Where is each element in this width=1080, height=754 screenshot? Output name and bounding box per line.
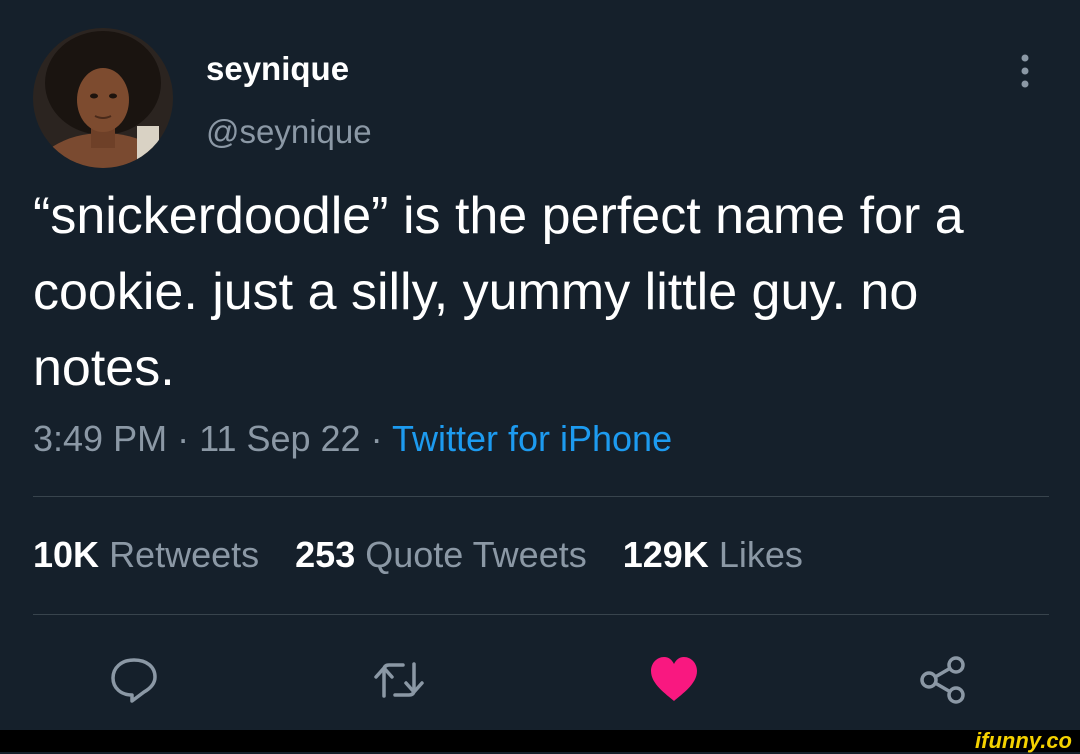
footer-bar bbox=[0, 730, 1080, 752]
avatar[interactable] bbox=[33, 28, 173, 168]
retweets-count: 10K bbox=[33, 534, 100, 575]
share-nodes-icon bbox=[920, 656, 965, 704]
retweets-label: Retweets bbox=[109, 534, 260, 575]
tweet-time[interactable]: 3:49 PM bbox=[33, 418, 167, 459]
engagement-stats: 10K Retweets 253 Quote Tweets 129K Likes bbox=[33, 534, 829, 576]
meta-separator: · bbox=[177, 418, 190, 459]
author-handle[interactable]: @seynique bbox=[206, 113, 372, 151]
like-button[interactable] bbox=[648, 654, 700, 706]
avatar-image bbox=[33, 28, 173, 168]
likes-label: Likes bbox=[718, 534, 803, 575]
tweet-text: “snickerdoodle” is the perfect name for … bbox=[33, 187, 964, 397]
quote-tweets-label: Quote Tweets bbox=[365, 534, 587, 575]
more-options-icon[interactable] bbox=[1014, 53, 1036, 89]
divider bbox=[33, 496, 1049, 497]
tweet-source-link[interactable]: Twitter for iPhone bbox=[392, 418, 672, 459]
speech-bubble-icon bbox=[111, 658, 157, 703]
share-button[interactable] bbox=[916, 654, 968, 706]
retweets-stat[interactable]: 10K Retweets bbox=[33, 534, 259, 575]
likes-count: 129K bbox=[622, 534, 709, 575]
heart-icon bbox=[651, 657, 697, 701]
tweet-metadata: 3:49 PM · 11 Sep 22 · Twitter for iPhone bbox=[33, 418, 672, 460]
tweet-date[interactable]: 11 Sep 22 bbox=[199, 418, 360, 459]
likes-stat[interactable]: 129K Likes bbox=[623, 534, 803, 575]
reply-button[interactable] bbox=[108, 654, 160, 706]
retweet-button[interactable] bbox=[373, 654, 425, 706]
quote-tweets-stat[interactable]: 253 Quote Tweets bbox=[295, 534, 587, 575]
retweet-arrows-icon bbox=[374, 662, 424, 698]
author-display-name[interactable]: seynique bbox=[206, 50, 349, 88]
watermark-logo: ifunny.co bbox=[975, 728, 1072, 753]
divider bbox=[33, 614, 1049, 615]
meta-separator: · bbox=[370, 418, 383, 459]
quote-tweets-count: 253 bbox=[295, 534, 356, 575]
